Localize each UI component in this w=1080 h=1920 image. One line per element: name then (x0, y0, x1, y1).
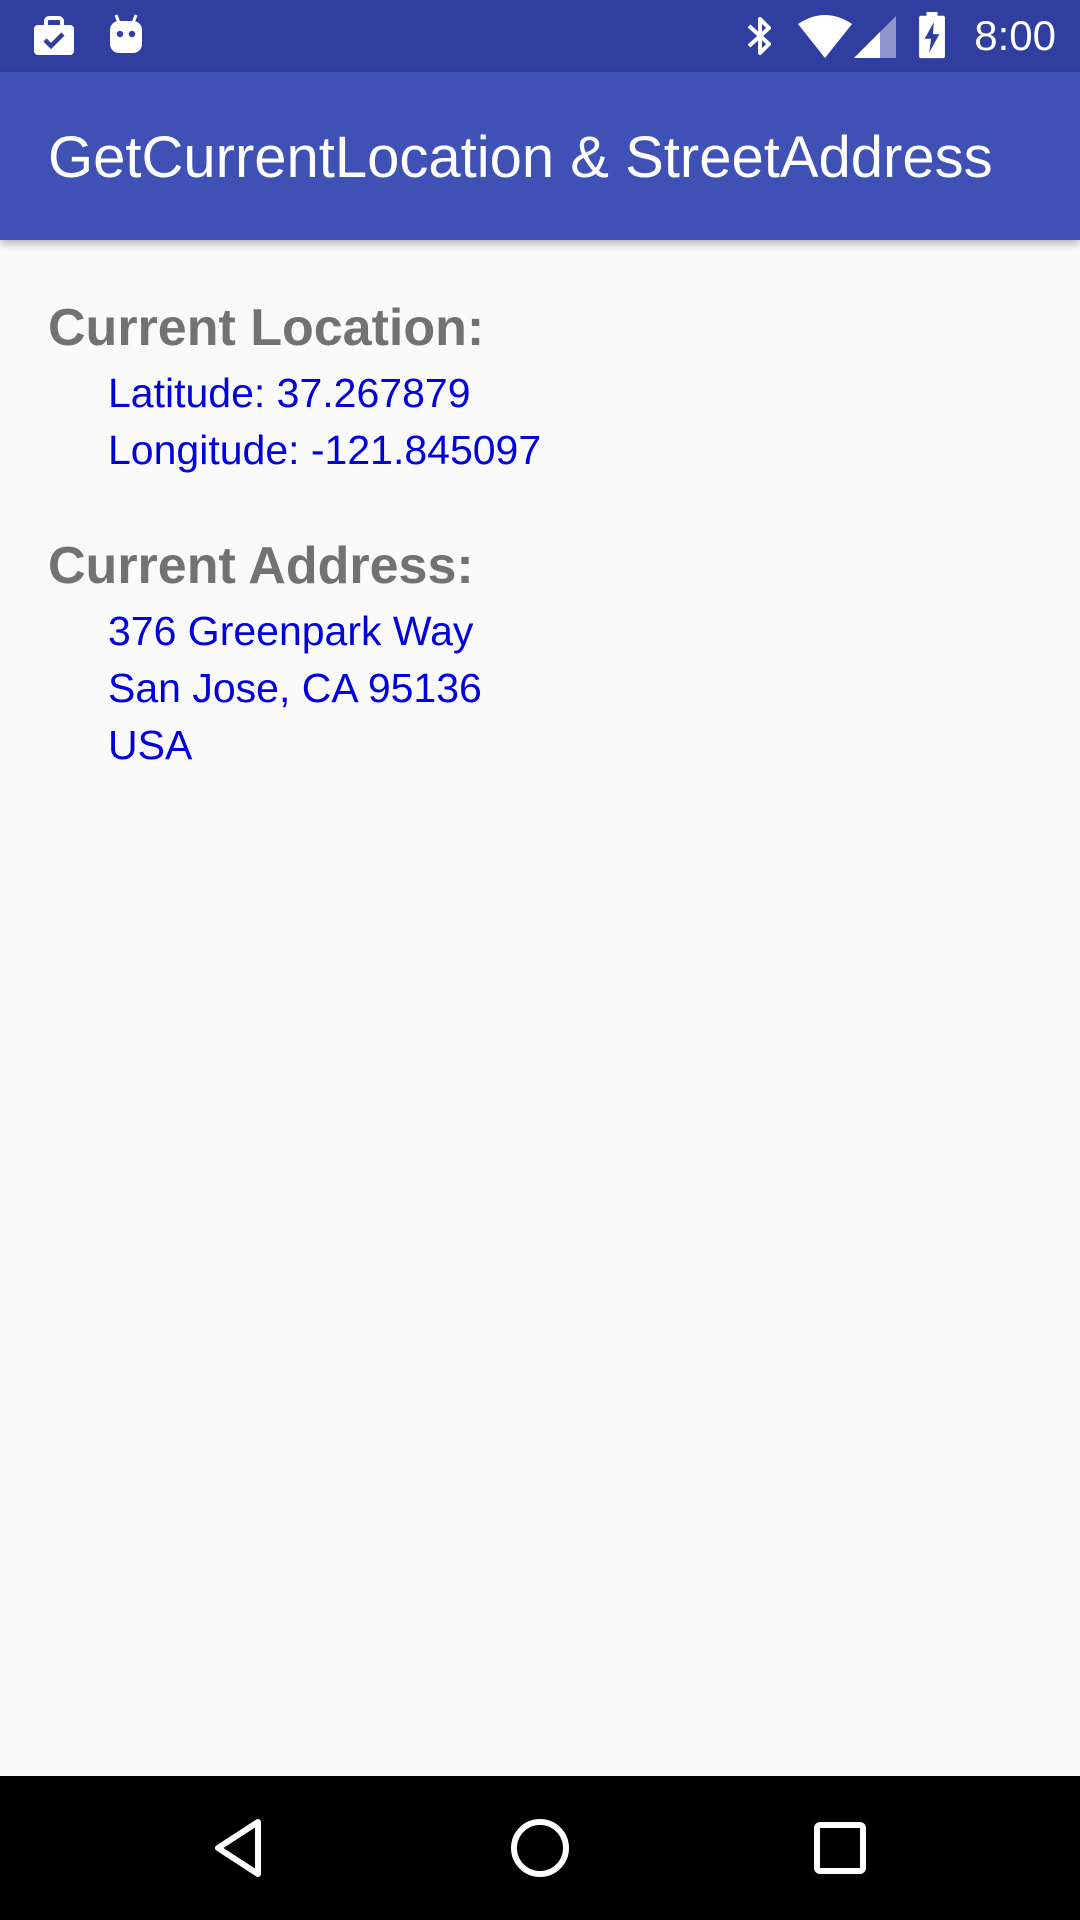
latitude-text: Latitude: 37.267879 (108, 370, 471, 416)
bluetooth-icon (747, 17, 771, 55)
cell-signal-icon (854, 16, 896, 58)
android-debug-icon (110, 14, 142, 53)
address-line-street: 376 Greenpark Way (108, 608, 474, 654)
battery-charging-icon (919, 12, 945, 59)
recents-icon[interactable] (804, 1812, 876, 1884)
wifi-icon (798, 15, 852, 58)
current-address-heading: Current Address: (48, 537, 474, 595)
address-line-city: San Jose, CA 95136 (108, 665, 482, 711)
address-line-country: USA (108, 722, 193, 768)
app-bar: GetCurrentLocation & StreetAddress (0, 72, 1080, 240)
longitude-text: Longitude: -121.845097 (108, 427, 542, 473)
status-time: 8:00 (974, 12, 1056, 59)
navigation-bar (0, 1776, 1080, 1920)
status-bar: 8:00 (0, 0, 1080, 72)
app-title: GetCurrentLocation & StreetAddress (48, 125, 993, 190)
work-briefcase-check-icon (34, 16, 74, 55)
current-location-heading: Current Location: (48, 299, 485, 357)
home-icon[interactable] (504, 1812, 576, 1884)
back-icon[interactable] (204, 1812, 276, 1884)
